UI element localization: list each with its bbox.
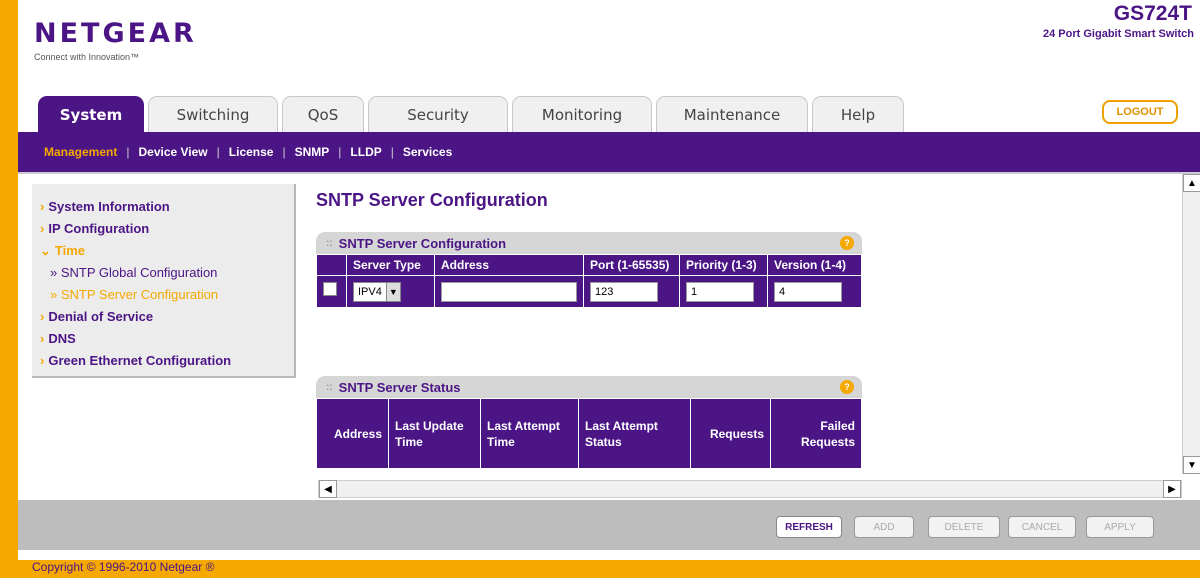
col-requests: Requests	[690, 398, 771, 469]
drag-handle-icon: ::	[326, 237, 333, 249]
version-cell	[767, 275, 862, 308]
sidebar-item-green-ethernet[interactable]: Green Ethernet Configuration	[40, 350, 294, 372]
sidebar-item-time[interactable]: Time	[40, 240, 294, 262]
col-last-attempt-status: Last Attempt Status	[578, 398, 691, 469]
horizontal-scrollbar[interactable]: ◀ ▶	[318, 480, 1182, 498]
sntp-config-panel: :: SNTP Server Configuration ? Server Ty…	[316, 232, 862, 308]
content-area: System Information IP Configuration Time…	[18, 172, 1200, 500]
app-frame: NETGEAR Connect with Innovation™ GS724T …	[18, 0, 1200, 560]
subnav-services[interactable]: Services	[403, 145, 452, 159]
address-cell	[434, 275, 584, 308]
panel-title: SNTP Server Status	[338, 379, 461, 395]
subnav-device-view[interactable]: Device View	[138, 145, 207, 159]
panel-header: :: SNTP Server Status ?	[316, 376, 862, 398]
scroll-up-icon[interactable]: ▲	[1183, 174, 1200, 192]
sidebar-subitem-label: SNTP Server Configuration	[60, 287, 219, 302]
page-title: SNTP Server Configuration	[316, 190, 548, 210]
sidebar-subitem-sntp-server[interactable]: » SNTP Server Configuration	[40, 284, 294, 306]
copyright-text: Copyright © 1996-2010 Netgear ®	[32, 560, 215, 574]
separator: |	[282, 145, 286, 159]
separator: |	[390, 145, 394, 159]
sub-navigation: Management | Device View | License | SNMP | …	[18, 132, 1200, 172]
tab-system[interactable]: System	[38, 96, 144, 132]
add-button[interactable]: ADD	[854, 516, 914, 538]
tab-switching[interactable]: Switching	[148, 96, 278, 132]
row-checkbox[interactable]	[323, 282, 337, 296]
help-icon[interactable]: ?	[840, 236, 854, 250]
col-last-attempt-time: Last Attempt Time	[480, 398, 579, 469]
col-last-update-time: Last Update Time	[388, 398, 481, 469]
scroll-left-icon[interactable]: ◀	[319, 480, 337, 498]
sidebar: System Information IP Configuration Time…	[32, 184, 296, 378]
port-cell	[583, 275, 680, 308]
logo-tagline: Connect with Innovation™	[34, 52, 140, 62]
select-column-header	[316, 254, 347, 276]
address-input[interactable]	[441, 281, 577, 302]
col-version: Version (1-4)	[767, 254, 862, 276]
scroll-right-icon[interactable]: ▶	[1163, 480, 1181, 498]
sidebar-item-system-information[interactable]: System Information	[40, 196, 294, 218]
col-address: Address	[316, 398, 389, 469]
refresh-button[interactable]: REFRESH	[776, 516, 842, 538]
version-input[interactable]	[774, 281, 842, 302]
logout-button[interactable]: LOGOUT	[1102, 100, 1178, 124]
cancel-button[interactable]: CANCEL	[1008, 516, 1076, 538]
subnav-license[interactable]: License	[229, 145, 274, 159]
vertical-scrollbar[interactable]: ▲ ▼	[1182, 174, 1200, 474]
priority-cell	[679, 275, 768, 308]
sidebar-subitem-label: SNTP Global Configuration	[60, 265, 218, 280]
help-icon[interactable]: ?	[840, 380, 854, 394]
scroll-down-icon[interactable]: ▼	[1183, 456, 1200, 474]
sntp-status-panel: :: SNTP Server Status ? Address Last Upd…	[316, 376, 862, 469]
panel-header: :: SNTP Server Configuration ?	[316, 232, 862, 254]
server-type-value: IPV4	[358, 285, 382, 298]
tab-maintenance[interactable]: Maintenance	[656, 96, 808, 132]
col-address: Address	[434, 254, 584, 276]
sidebar-item-dns[interactable]: DNS	[40, 328, 294, 350]
sidebar-subitem-sntp-global[interactable]: » SNTP Global Configuration	[40, 262, 294, 284]
drag-handle-icon: ::	[326, 381, 333, 393]
separator: |	[126, 145, 130, 159]
port-input[interactable]	[590, 281, 658, 302]
sntp-config-table: Server Type Address Port (1-65535) Prior…	[316, 254, 862, 308]
chevron-down-icon: ▼	[385, 282, 400, 301]
server-type-select[interactable]: IPV4 ▼	[353, 281, 401, 302]
table-row: IPV4 ▼	[316, 275, 862, 308]
col-failed-requests: Failed Requests	[770, 398, 862, 469]
select-cell	[316, 275, 347, 308]
netgear-logo: NETGEAR	[34, 18, 197, 49]
subnav-snmp[interactable]: SNMP	[295, 145, 330, 159]
separator: |	[338, 145, 342, 159]
tab-qos[interactable]: QoS	[282, 96, 364, 132]
tab-monitoring[interactable]: Monitoring	[512, 96, 652, 132]
sntp-status-table: Address Last Update Time Last Attempt Ti…	[316, 398, 862, 469]
sidebar-item-denial-of-service[interactable]: Denial of Service	[40, 306, 294, 328]
button-bar: REFRESH ADD DELETE CANCEL APPLY	[18, 500, 1200, 550]
col-server-type: Server Type	[346, 254, 435, 276]
delete-button[interactable]: DELETE	[928, 516, 1000, 538]
apply-button[interactable]: APPLY	[1086, 516, 1154, 538]
sidebar-item-ip-configuration[interactable]: IP Configuration	[40, 218, 294, 240]
priority-input[interactable]	[686, 281, 754, 302]
col-priority: Priority (1-3)	[679, 254, 768, 276]
tab-help[interactable]: Help	[812, 96, 904, 132]
model-name: GS724T	[1113, 2, 1192, 25]
model-description: 24 Port Gigabit Smart Switch	[1043, 28, 1194, 40]
separator: |	[216, 145, 220, 159]
col-port: Port (1-65535)	[583, 254, 680, 276]
panel-title: SNTP Server Configuration	[338, 235, 507, 251]
subnav-lldp[interactable]: LLDP	[350, 145, 381, 159]
subnav-management[interactable]: Management	[44, 145, 117, 159]
server-type-cell: IPV4 ▼	[346, 275, 435, 308]
tab-security[interactable]: Security	[368, 96, 508, 132]
